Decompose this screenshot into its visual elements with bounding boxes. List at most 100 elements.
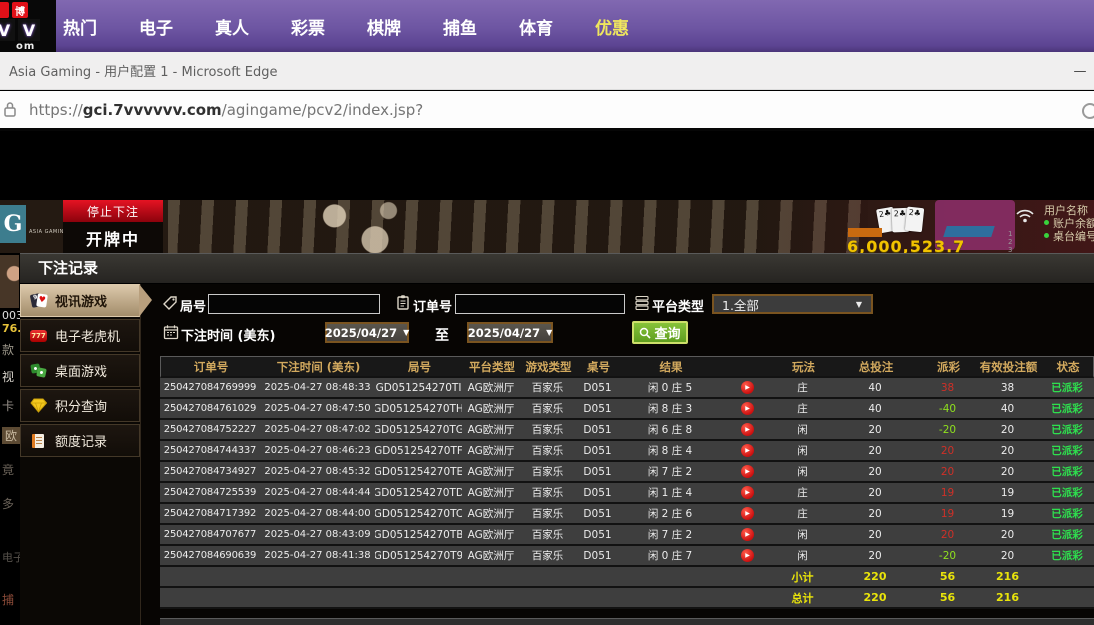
sidebar-item-label: 积分查询 [55,396,107,415]
table-cell: 已派彩 [1040,546,1094,565]
table-cell: 2025-04-27 08:48:33 [260,378,375,397]
chevron-down-icon: ▼ [856,300,862,309]
table-cell: 20 [830,441,920,460]
site-logo[interactable]: 博 V V om [0,0,56,52]
table-status-box: 停止下注 开牌中 [63,200,163,253]
sidebar-item-slot-machines[interactable]: 777 电子老虎机 [20,319,140,352]
table-cell: 闲 0 庄 5 [620,378,720,397]
left-fragment: 卡 [2,397,14,414]
green-dot-icon [1044,220,1049,225]
play-video-button[interactable] [741,465,754,478]
platform-list-icon [634,295,650,311]
play-video-button[interactable] [741,549,754,562]
table-cell: -20 [920,420,975,439]
table-cell [720,525,775,544]
url-host: gci.7vvvvvv.com [83,101,222,119]
nav-item-sports[interactable]: 体育 [519,14,553,39]
table-row: 2504270847173922025-04-27 08:44:00GD0512… [160,504,1094,525]
nav-item-hot[interactable]: 热门 [63,14,97,39]
table-cell: 闲 8 庄 4 [620,441,720,460]
date-to-value: 2025/04/27 [468,326,540,340]
table-cell: 百家乐 [520,483,575,502]
url-text[interactable]: https://gci.7vvvvvv.com/agingame/pcv2/in… [29,101,423,119]
lock-icon[interactable] [3,101,17,118]
table-row: 2504270847443372025-04-27 08:46:23GD0512… [160,441,1094,462]
play-video-button[interactable] [741,486,754,499]
left-fragment: 捕 [2,591,14,608]
table-cell: 闲 [775,441,830,460]
play-video-button[interactable] [741,444,754,457]
table-bottom-strip [160,618,1094,625]
total-label: 总计 [775,588,830,607]
round-number-input[interactable] [208,294,380,314]
window-titlebar: Asia Gaming - 用户配置 1 - Microsoft Edge — [0,52,1094,90]
stop-betting-badge: 停止下注 [63,200,163,222]
sidebar-item-table-games[interactable]: 桌面游戏 [20,354,140,387]
column-header: 结果 [621,357,721,376]
subtotal-valid: 216 [975,567,1040,586]
play-video-button[interactable] [741,423,754,436]
url-scheme: https:// [29,101,83,119]
nav-item-lottery[interactable]: 彩票 [291,14,325,39]
logo-suffix: om [16,41,35,52]
grand-total-row: 总计 220 56 216 [160,588,1094,609]
total-bet: 220 [830,588,920,607]
panel-content: 局号 订单号 平台类型 1.全部 ▼ [141,284,1094,625]
play-video-button[interactable] [741,402,754,415]
table-cell: AG欧洲厅 [462,546,520,565]
table-header-row: 订单号 下注时间 (美东) 局号 平台类型 游戏类型 桌号 结果 玩法 总投注 … [160,356,1094,378]
clipboard-icon [395,294,411,311]
sidebar-item-credit-records[interactable]: 额度记录 [20,424,140,457]
search-button[interactable]: 查询 [632,321,688,344]
nav-item-boardgames[interactable]: 棋牌 [367,14,401,39]
table-cell [720,504,775,523]
sidebar-item-live-games[interactable]: 9♥ 视讯游戏 [20,284,140,317]
table-cell: 250427084707677 [160,525,260,544]
chevron-down-icon: ▼ [403,328,409,337]
minimize-button[interactable]: — [1066,52,1094,90]
play-video-button[interactable] [741,507,754,520]
table-body: 2504270847699992025-04-27 08:48:33GD0512… [160,378,1094,567]
order-number-input[interactable] [455,294,625,314]
table-row: 2504270846906392025-04-27 08:41:38GD0512… [160,546,1094,567]
date-from-select[interactable]: 2025/04/27 ▼ [325,322,409,343]
wifi-icon [1014,206,1036,223]
date-from-value: 2025/04/27 [325,326,397,340]
play-video-button[interactable] [741,381,754,394]
table-cell: 已派彩 [1040,462,1094,481]
table-cell: 20 [975,462,1040,481]
address-bar[interactable]: https://gci.7vvvvvv.com/agingame/pcv2/in… [0,91,1094,131]
logo-badge-cut-icon [0,2,9,18]
date-to-select[interactable]: 2025/04/27 ▼ [467,322,553,343]
table-cell: 庄 [775,504,830,523]
bet-records-table: 订单号 下注时间 (美东) 局号 平台类型 游戏类型 桌号 结果 玩法 总投注 … [160,356,1094,609]
table-cell: 250427084734927 [160,462,260,481]
dealing-status: 开牌中 [63,222,163,253]
playing-card: 2♣ [905,207,924,233]
table-cell: 38 [975,378,1040,397]
table-cell: GD051254270TF [375,441,462,460]
left-fragment: 竟 [2,461,14,478]
table-number-label: 桌台编号 [1053,228,1094,244]
subtotal-label: 小计 [775,567,830,586]
play-video-button[interactable] [741,528,754,541]
table-cell: 庄 [775,483,830,502]
player-info-labels: 用户名称 账户余额 桌台编号 [1044,203,1094,242]
casino-circles-decor [312,200,402,253]
nav-item-promotions[interactable]: 优惠 [595,14,629,39]
left-fragment: 多 [2,495,14,512]
table-cell: 250427084761029 [160,399,260,418]
nav-item-fishing[interactable]: 捕鱼 [443,14,477,39]
platform-type-select[interactable]: 1.全部 ▼ [712,294,873,314]
table-cell: AG欧洲厅 [462,462,520,481]
table-cell: -20 [920,546,975,565]
nav-item-slots[interactable]: 电子 [139,14,173,39]
screen: 博 V V om 热门 电子 真人 彩票 棋牌 捕鱼 体育 优惠 Asia Ga… [0,0,1094,625]
table-cell: 已派彩 [1040,483,1094,502]
nav-item-live[interactable]: 真人 [215,14,249,39]
sidebar-item-points-query[interactable]: 积分查询 [20,389,140,422]
table-cell: AG欧洲厅 [462,504,520,523]
subtotal-row: 小计 220 56 216 [160,567,1094,588]
table-cell [720,441,775,460]
table-cell: D051 [575,399,620,418]
